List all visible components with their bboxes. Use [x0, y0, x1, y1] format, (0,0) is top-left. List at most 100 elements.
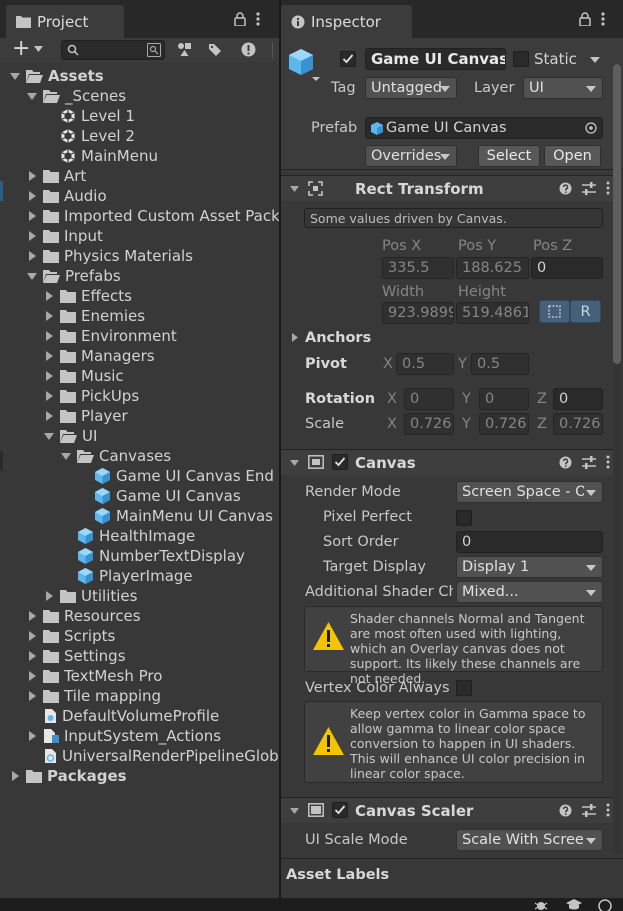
canvas-scaler-enabled-checkbox[interactable] — [332, 802, 348, 818]
tree-item[interactable]: Canvases — [60, 446, 171, 466]
kebab-menu-icon[interactable] — [256, 12, 260, 26]
shader-channels-dropdown[interactable]: Mixed... — [456, 581, 603, 603]
lock-icon[interactable] — [579, 12, 591, 26]
tree-item[interactable]: Environment — [43, 326, 177, 346]
rot-z-field[interactable]: 0 — [553, 388, 603, 410]
overrides-dropdown[interactable]: Overrides — [365, 145, 457, 167]
inspector-scrollbar[interactable] — [613, 64, 621, 854]
chevron-right-icon[interactable] — [26, 250, 38, 262]
chevron-right-icon[interactable] — [43, 310, 55, 322]
tree-item[interactable]: Tile mapping — [26, 686, 161, 706]
layer-dropdown[interactable]: UI — [523, 77, 603, 99]
scale-x-field[interactable]: 0.7261 — [404, 413, 454, 435]
chevron-down-icon[interactable] — [26, 90, 38, 102]
chevron-right-icon[interactable] — [26, 170, 38, 182]
chevron-right-icon[interactable] — [26, 670, 38, 682]
chevron-right-icon[interactable] — [26, 210, 38, 222]
tree-item[interactable]: Audio — [26, 186, 107, 206]
tree-item[interactable]: Scripts — [26, 626, 115, 646]
chevron-down-icon[interactable] — [26, 270, 38, 282]
tree-item[interactable]: Level 2 — [43, 126, 135, 146]
tree-item[interactable]: Managers — [43, 346, 155, 366]
rot-x-field[interactable]: 0 — [404, 388, 454, 410]
chevron-right-icon[interactable] — [43, 590, 55, 602]
tree-item[interactable]: HealthImage — [60, 526, 195, 546]
tree-item[interactable]: DefaultVolumeProfile — [26, 706, 219, 726]
object-picker-icon[interactable] — [585, 122, 597, 134]
help-icon[interactable] — [559, 182, 572, 195]
tree-item[interactable]: Level 1 — [43, 106, 135, 126]
sort-order-field[interactable]: 0 — [456, 531, 603, 553]
chevron-down-icon[interactable] — [590, 57, 600, 63]
kebab-menu-icon[interactable] — [601, 12, 605, 26]
tree-item[interactable]: Game UI Canvas — [77, 486, 241, 506]
chevron-right-icon[interactable] — [26, 190, 38, 202]
static-checkbox[interactable] — [513, 51, 529, 67]
tree-item[interactable]: _Scenes — [26, 86, 126, 106]
tree-item[interactable]: MainMenu UI Canvas — [77, 506, 273, 526]
tree-item[interactable]: Input — [26, 226, 103, 246]
chevron-right-icon[interactable] — [9, 770, 21, 782]
warning-filter-icon[interactable] — [241, 42, 256, 57]
tree-item[interactable]: Utilities — [43, 586, 137, 606]
chevron-down-icon[interactable] — [43, 430, 55, 442]
tree-item[interactable]: PickUps — [43, 386, 139, 406]
pos-x-field[interactable]: 335.5 — [382, 257, 454, 279]
tree-item[interactable]: UniversalRenderPipelineGloba — [26, 746, 279, 766]
help-icon[interactable] — [559, 804, 572, 817]
select-button[interactable]: Select — [478, 145, 540, 167]
pivot-x-field[interactable]: 0.5 — [396, 353, 454, 375]
chevron-right-icon[interactable] — [43, 370, 55, 382]
tree-item[interactable]: MainMenu — [43, 146, 158, 166]
tree-item[interactable]: Settings — [26, 646, 126, 666]
tree-item[interactable]: TextMesh Pro — [26, 666, 162, 686]
prefab-field[interactable]: Game UI Canvas — [365, 117, 603, 139]
render-mode-dropdown[interactable]: Screen Space - Overlay — [456, 481, 603, 503]
chevron-right-icon[interactable] — [43, 290, 55, 302]
tree-item[interactable]: UI — [43, 426, 97, 446]
tree-item[interactable]: Player — [43, 406, 128, 426]
presets-icon[interactable] — [582, 181, 596, 195]
tree-item[interactable]: Game UI Canvas End — [77, 466, 274, 486]
scale-y-field[interactable]: 0.7261 — [479, 413, 529, 435]
target-display-dropdown[interactable]: Display 1 — [456, 556, 603, 578]
pos-y-field[interactable]: 188.625 — [456, 257, 529, 279]
add-asset-button[interactable]: + — [12, 38, 44, 60]
tree-item[interactable]: Effects — [43, 286, 132, 306]
kebab-menu-icon[interactable] — [606, 181, 610, 195]
tree-item[interactable]: Physics Materials — [26, 246, 193, 266]
chevron-right-icon[interactable] — [292, 333, 298, 342]
tree-item[interactable]: Art — [26, 166, 86, 186]
tree-item[interactable]: Music — [43, 366, 124, 386]
scrollbar-thumb[interactable] — [613, 64, 621, 364]
chevron-right-icon[interactable] — [43, 330, 55, 342]
tree-item[interactable]: PlayerImage — [60, 566, 193, 586]
vertex-color-checkbox[interactable] — [456, 680, 472, 696]
account-icon[interactable] — [598, 899, 612, 911]
search-input[interactable] — [61, 40, 165, 60]
tree-item[interactable]: InputSystem_Actions — [26, 726, 221, 746]
active-checkbox[interactable] — [340, 51, 356, 67]
open-button[interactable]: Open — [544, 145, 601, 167]
prefab-cube-icon[interactable] — [288, 47, 320, 81]
height-field[interactable]: 519.4861 — [456, 302, 529, 324]
presets-icon[interactable] — [582, 803, 596, 817]
tree-item[interactable]: Packages — [9, 766, 127, 786]
filter-by-type-icon[interactable] — [177, 42, 192, 57]
canvas-header[interactable]: Canvas — [281, 449, 614, 475]
chevron-right-icon[interactable] — [43, 390, 55, 402]
bug-icon[interactable] — [534, 899, 548, 910]
chevron-right-icon[interactable] — [26, 630, 38, 642]
scale-z-field[interactable]: 0.7261 — [553, 413, 603, 435]
tree-item[interactable]: Assets — [9, 66, 104, 86]
kebab-menu-icon[interactable] — [606, 803, 610, 817]
blueprint-mode-button[interactable] — [539, 300, 570, 323]
asset-labels-bar[interactable]: Asset Labels — [281, 858, 623, 892]
help-icon[interactable] — [559, 456, 572, 469]
anchors-label[interactable]: Anchors — [305, 330, 371, 346]
rect-transform-header[interactable]: Rect Transform — [281, 175, 614, 201]
pixel-perfect-checkbox[interactable] — [456, 510, 472, 526]
rot-y-field[interactable]: 0 — [479, 388, 529, 410]
ui-scale-mode-dropdown[interactable]: Scale With Screen Size — [456, 829, 603, 851]
graduation-cap-icon[interactable] — [566, 899, 582, 910]
